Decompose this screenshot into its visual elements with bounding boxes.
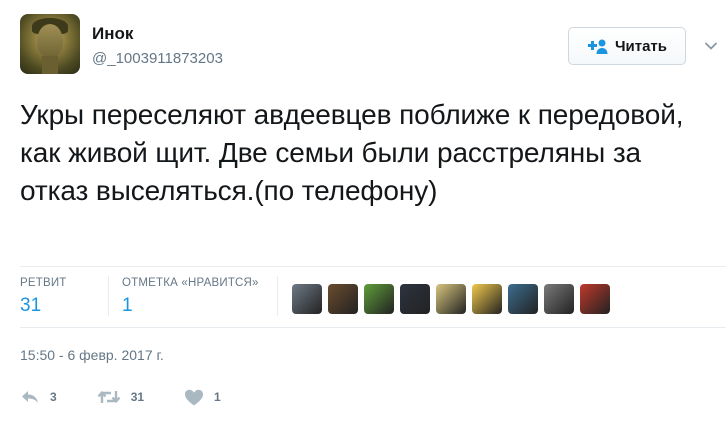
likes-stat[interactable]: ОТМЕТКА «НРАВИТСЯ» 1 [122,277,259,317]
avatar[interactable] [20,14,80,74]
avatar-sunflower[interactable] [472,284,502,314]
avatar-man[interactable] [544,284,574,314]
follow-button[interactable]: Читать [568,27,686,65]
divider [20,266,726,267]
retweet-button[interactable]: 31 [97,389,144,405]
avatar-face [37,24,63,58]
avatar-cccp[interactable] [580,284,610,314]
reply-button[interactable]: 3 [20,389,57,405]
retweet-count: 31 [130,390,145,404]
follow-button-label: Читать [614,37,668,55]
avatar-beach[interactable] [436,284,466,314]
user-name[interactable]: Инок [92,24,133,44]
stat-separator [108,276,109,316]
likes-value: 1 [122,295,133,316]
retweets-value: 31 [20,295,42,316]
divider [20,327,726,328]
retweets-stat[interactable]: РЕТВИТ 31 [20,277,67,317]
user-handle[interactable]: @_1003911873203 [92,50,223,67]
avatar-cat[interactable] [328,284,358,314]
follow-user-icon [587,38,609,54]
stat-separator [277,276,278,316]
tweet-header: Инок @_1003911873203 Читать [20,14,717,84]
tweet-text: Укры переселяют авдеевцев поближе к пере… [20,99,684,206]
avatar-blue-face[interactable] [508,284,538,314]
liker-avatars [292,284,616,314]
avatar-neck [42,56,58,74]
likes-label: ОТМЕТКА «НРАВИТСЯ» [122,277,259,289]
reply-count: 3 [50,390,57,404]
like-button[interactable]: 1 [184,389,221,406]
heart-icon [184,389,204,406]
avatar-officer[interactable] [400,284,430,314]
chevron-down-icon[interactable] [704,39,718,53]
like-count: 1 [214,390,221,404]
avatar-frog[interactable] [364,284,394,314]
retweets-label: РЕТВИТ [20,277,67,289]
tweet-timestamp[interactable]: 15:50 - 6 февр. 2017 г. [20,347,164,363]
avatar-newspaper[interactable] [292,284,322,314]
retweet-icon [97,389,121,405]
tweet-actions: 3 31 1 [20,386,261,408]
reply-icon [20,389,40,405]
